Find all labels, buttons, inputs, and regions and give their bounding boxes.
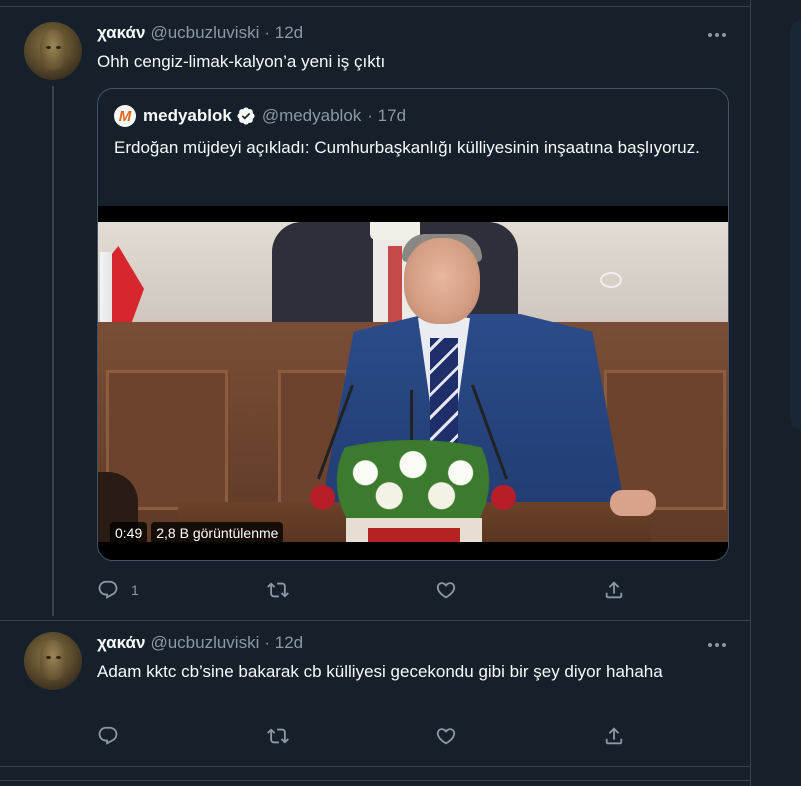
thread-line (52, 86, 54, 616)
video-player[interactable]: 0:49 2,8 B görüntülenme (98, 206, 728, 560)
more-icon[interactable] (705, 28, 729, 42)
tweet-text: Adam kktc cb’sine bakarak cb külliyesi g… (97, 662, 663, 681)
sidebar-card (790, 20, 801, 430)
share-button[interactable] (603, 724, 625, 748)
reply-icon (98, 580, 118, 599)
like-button[interactable] (435, 724, 457, 748)
share-button[interactable] (603, 578, 625, 602)
quote-text: Erdoğan müjdeyi açıkladı: Cumhurbaşkanlı… (114, 138, 700, 157)
quote-author-name: medyablok (143, 106, 232, 125)
avatar[interactable] (24, 22, 82, 80)
avatar[interactable] (24, 632, 82, 690)
like-button[interactable] (435, 578, 457, 602)
tweet-text: Ohh cengiz-limak-kalyon’a yeni iş çıktı (97, 52, 386, 71)
share-icon (605, 727, 623, 745)
quote-avatar: M (114, 105, 136, 127)
heart-icon (436, 728, 456, 745)
retweet-button[interactable] (267, 724, 289, 748)
more-icon[interactable] (705, 638, 729, 652)
tweet-divider (0, 766, 751, 767)
video-duration: 0:49 (110, 522, 148, 544)
author-name[interactable]: χακάν (97, 23, 145, 43)
quote-author-handle: @medyablok (261, 106, 362, 125)
video-views: 2,8 B görüntülenme (151, 522, 284, 544)
share-icon (605, 581, 623, 599)
reply-icon (98, 726, 118, 745)
tweet-divider (0, 780, 751, 781)
heart-icon (436, 582, 456, 599)
quoted-tweet[interactable]: M medyablok @medyablok · 17d Erdoğan müj… (97, 88, 729, 561)
author-name[interactable]: χακάν (97, 633, 145, 653)
retweet-button[interactable] (267, 578, 289, 602)
tweet-time[interactable]: · 12d (264, 23, 303, 43)
retweet-icon (267, 728, 289, 744)
broadcaster-logo (600, 272, 622, 288)
video-frame (98, 222, 728, 542)
flower-arrangement (294, 440, 532, 522)
verified-badge-icon (237, 107, 255, 125)
reply-button[interactable]: 1 (97, 578, 139, 602)
reply-button[interactable] (97, 724, 119, 748)
tweet-time[interactable]: · 12d (264, 633, 303, 653)
reply-count: 1 (131, 582, 139, 598)
author-handle[interactable]: @ucbuzluviski (150, 23, 259, 43)
timeline: χακάν @ucbuzluviski · 12d Ohh cengiz-lim… (0, 0, 751, 786)
author-handle[interactable]: @ucbuzluviski (150, 633, 259, 653)
quote-time: · 17d (367, 106, 407, 125)
retweet-icon (267, 582, 289, 598)
tweet-2[interactable]: χακάν @ucbuzluviski · 12d Adam kktc cb’s… (0, 620, 751, 766)
tweet-1[interactable]: χακάν @ucbuzluviski · 12d Ohh cengiz-lim… (0, 0, 751, 620)
